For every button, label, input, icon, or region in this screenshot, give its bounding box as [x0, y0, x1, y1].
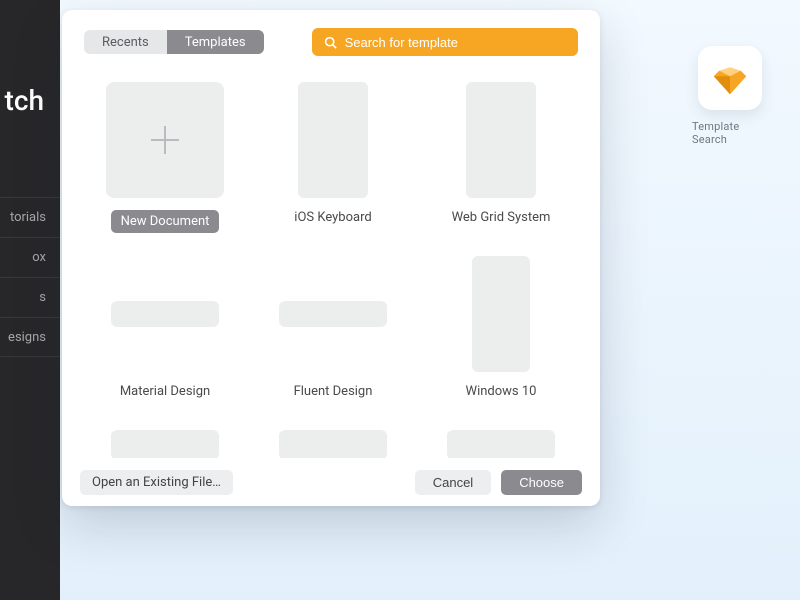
template-thumb — [279, 301, 387, 327]
template-label: Fluent Design — [294, 384, 373, 399]
template-label: Material Design — [120, 384, 210, 399]
template-windows-10[interactable]: Windows 10 — [422, 256, 580, 414]
open-existing-button[interactable]: Open an Existing File… — [80, 470, 233, 495]
app-icon-tile[interactable] — [698, 46, 762, 110]
modal-header: Recents Templates — [62, 10, 600, 56]
template-label: Web Grid System — [452, 210, 551, 225]
template-new-document[interactable]: New Document — [86, 82, 244, 240]
template-grid-viewport[interactable]: New Document iOS Keyboard Web Grid Syste… — [62, 56, 600, 458]
app-icon-badge: Template Search — [692, 46, 768, 146]
sidebar-item-designs[interactable]: esigns — [0, 317, 60, 357]
template-label: Windows 10 — [466, 384, 537, 399]
template-picker-modal: Recents Templates New Document — [62, 10, 600, 506]
new-document-thumb — [106, 82, 224, 198]
search-icon — [324, 36, 337, 49]
choose-button[interactable]: Choose — [501, 470, 582, 495]
template-thumb — [111, 430, 219, 458]
sidebar-item-inbox[interactable]: ox — [0, 237, 60, 277]
search-field[interactable] — [312, 28, 578, 56]
template-thumb — [466, 82, 536, 198]
plus-icon — [148, 123, 182, 157]
diamond-icon — [712, 60, 748, 96]
template-partial[interactable] — [422, 430, 580, 458]
sidebar-item-plugins[interactable]: s — [0, 277, 60, 317]
template-partial[interactable] — [254, 430, 412, 458]
modal-footer: Open an Existing File… Cancel Choose — [62, 458, 600, 506]
template-grid: New Document iOS Keyboard Web Grid Syste… — [86, 82, 594, 458]
template-thumb — [111, 301, 219, 327]
sidebar-item-tutorials[interactable]: torials — [0, 197, 60, 237]
template-label: iOS Keyboard — [294, 210, 371, 225]
tab-templates[interactable]: Templates — [167, 30, 264, 54]
template-thumb — [279, 430, 387, 458]
cancel-button[interactable]: Cancel — [415, 470, 491, 495]
app-brand-fragment: tch — [0, 60, 60, 197]
template-fluent-design[interactable]: Fluent Design — [254, 256, 412, 414]
tab-segmented-control: Recents Templates — [84, 30, 264, 54]
template-web-grid[interactable]: Web Grid System — [422, 82, 580, 240]
template-material-design[interactable]: Material Design — [86, 256, 244, 414]
template-thumb — [447, 430, 555, 458]
app-sidebar: tch torials ox s esigns — [0, 0, 60, 600]
tab-recents[interactable]: Recents — [84, 30, 167, 54]
template-label: New Document — [111, 210, 220, 233]
app-icon-caption: Template Search — [692, 120, 768, 146]
search-input[interactable] — [345, 35, 566, 50]
template-thumb — [472, 256, 530, 372]
template-partial[interactable] — [86, 430, 244, 458]
template-thumb — [298, 82, 368, 198]
template-ios-keyboard[interactable]: iOS Keyboard — [254, 82, 412, 240]
